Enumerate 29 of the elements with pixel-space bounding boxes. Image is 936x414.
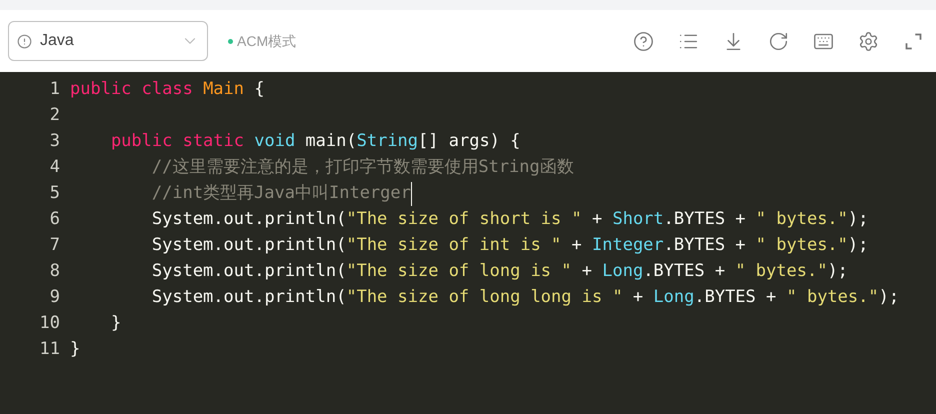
mode-label: ACM模式 — [237, 32, 296, 50]
code-line: //这里需要注意的是，打印字节数需要使用String函数 — [150, 156, 574, 180]
code-line: //int类型再Java中叫Interger — [150, 182, 411, 206]
code-line: public static void main(String[] args) { — [110, 130, 520, 154]
warning-icon — [17, 34, 32, 48]
code-line: } — [70, 338, 80, 362]
line-number: 3 — [48, 130, 61, 154]
code-line: public class Main { — [70, 78, 264, 102]
code-line: System.out.println("The size of long long is " + Long.BYTES + " bytes."); — [150, 286, 900, 310]
code-line: System.out.println("The size of long is " + Long.BYTES + " bytes."); — [150, 260, 848, 284]
line-number: 9 — [48, 286, 61, 310]
code-line: } — [110, 312, 122, 336]
line-number: 10 — [38, 312, 61, 336]
code-line: System.out.println("The size of short is " + Short.BYTES + " bytes."); — [150, 208, 868, 232]
help-icon[interactable] — [632, 30, 654, 52]
language-value: Java — [40, 31, 75, 51]
line-number: 11 — [38, 338, 61, 362]
line-number: 6 — [48, 208, 61, 232]
line-number: 4 — [48, 156, 61, 180]
line-number: 7 — [48, 234, 61, 258]
refresh-icon[interactable] — [767, 30, 789, 52]
line-number: 8 — [48, 260, 61, 284]
text-cursor — [410, 182, 412, 206]
line-number: 5 — [48, 182, 61, 206]
settings-icon[interactable] — [857, 30, 879, 52]
line-number: 2 — [48, 104, 61, 128]
language-select[interactable]: Java — [8, 21, 208, 61]
code-line: System.out.println("The size of int is " + Integer.BYTES + " bytes."); — [150, 234, 868, 258]
line-number: 1 — [48, 78, 61, 102]
